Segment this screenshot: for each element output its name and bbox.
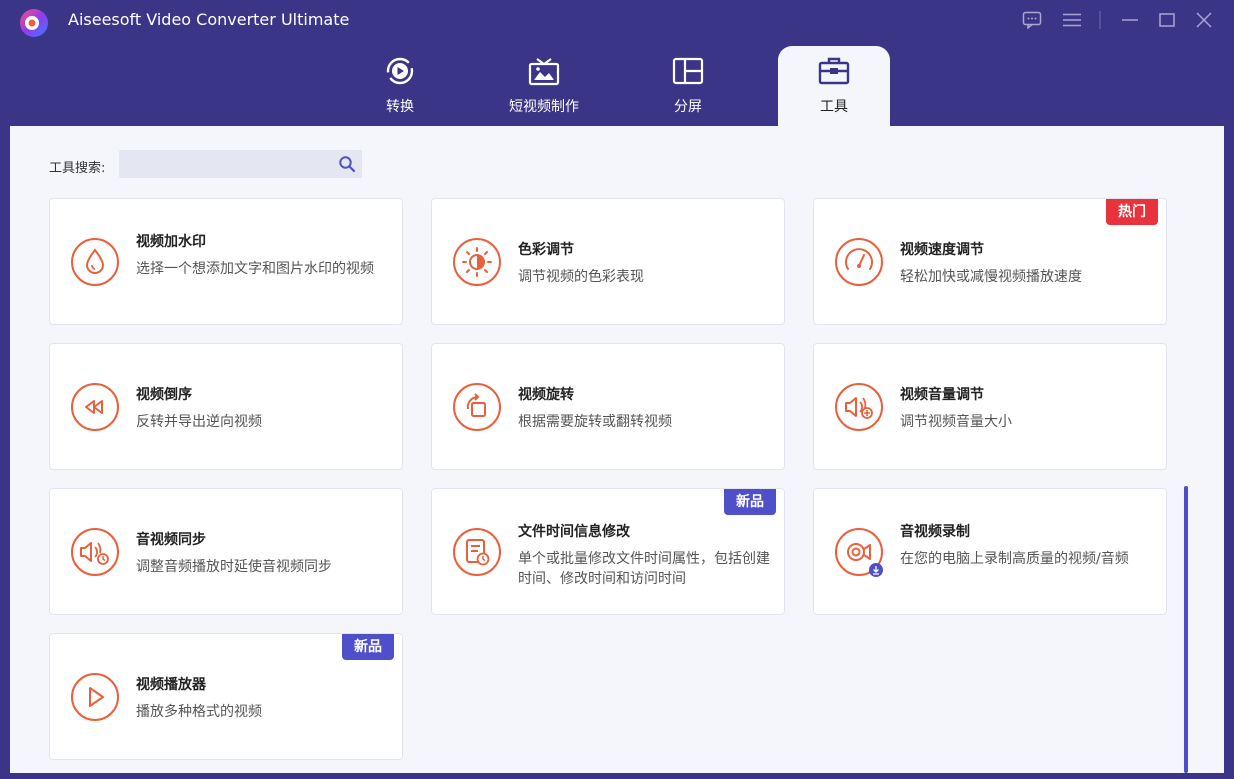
app-title: Aiseesoft Video Converter Ultimate bbox=[68, 10, 350, 29]
tool-card-player[interactable]: 视频播放器 播放多种格式的视频 新品 bbox=[49, 633, 403, 760]
tool-title: 文件时间信息修改 bbox=[518, 524, 630, 540]
tool-card-watermark[interactable]: 视频加水印 选择一个想添加文字和图片水印的视频 bbox=[49, 198, 403, 325]
tab-split-screen[interactable]: 分屏 bbox=[632, 46, 744, 126]
tool-card-av-sync[interactable]: 音视频同步 调整音频播放时延使音视频同步 bbox=[49, 488, 403, 615]
file-time-icon bbox=[453, 528, 501, 576]
new-badge: 新品 bbox=[342, 634, 394, 660]
hot-badge: 热门 bbox=[1106, 199, 1158, 225]
tool-description: 单个或批量修改文件时间属性，包括创建时间、修改时间和访问时间 bbox=[518, 551, 770, 587]
scrollbar[interactable] bbox=[1184, 486, 1188, 773]
tools-panel: 工具搜索: 视频加水印 选择一个想添加文字和图片水印的视频 色彩调节 调节视频的… bbox=[10, 126, 1224, 773]
tool-title: 视频音量调节 bbox=[900, 387, 984, 403]
split-screen-icon bbox=[672, 57, 704, 85]
color-adjust-icon bbox=[453, 238, 501, 286]
new-badge: 新品 bbox=[724, 489, 776, 515]
tv-icon bbox=[528, 58, 560, 86]
tool-card-rotate[interactable]: 视频旋转 根据需要旋转或翻转视频 bbox=[431, 343, 785, 470]
search-box bbox=[119, 150, 362, 178]
tab-label: 分屏 bbox=[674, 99, 702, 115]
tab-short-video[interactable]: 短视频制作 bbox=[488, 46, 600, 126]
tool-description: 调节视频的色彩表现 bbox=[518, 269, 644, 285]
tool-title: 色彩调节 bbox=[518, 242, 574, 258]
tool-card-recorder[interactable]: 音视频录制 在您的电脑上录制高质量的视频/音频 bbox=[813, 488, 1167, 615]
recorder-icon bbox=[835, 528, 883, 577]
menu-button[interactable] bbox=[1060, 8, 1084, 32]
app-window: Aiseesoft Video Converter Ultimate 转换 短视… bbox=[0, 0, 1234, 779]
maximize-icon bbox=[1159, 13, 1175, 27]
tool-title: 视频播放器 bbox=[136, 677, 206, 693]
search-label: 工具搜索: bbox=[49, 161, 106, 176]
rotate-icon bbox=[453, 383, 501, 431]
volume-icon bbox=[835, 383, 883, 431]
tool-title: 音视频同步 bbox=[136, 532, 206, 548]
close-button[interactable] bbox=[1192, 8, 1216, 32]
tool-card-reverse[interactable]: 视频倒序 反转并导出逆向视频 bbox=[49, 343, 403, 470]
app-logo-icon bbox=[20, 9, 48, 37]
feedback-button[interactable] bbox=[1020, 8, 1044, 32]
audio-sync-icon bbox=[71, 528, 119, 576]
minimize-button[interactable] bbox=[1118, 8, 1142, 32]
convert-icon bbox=[386, 57, 414, 85]
tool-description: 反转并导出逆向视频 bbox=[136, 414, 262, 430]
tab-label: 转换 bbox=[386, 99, 414, 115]
tool-card-color-adjust[interactable]: 色彩调节 调节视频的色彩表现 bbox=[431, 198, 785, 325]
tool-description: 播放多种格式的视频 bbox=[136, 704, 262, 720]
tool-description: 轻松加快或减慢视频播放速度 bbox=[900, 269, 1082, 285]
tool-description: 选择一个想添加文字和图片水印的视频 bbox=[136, 261, 374, 277]
tab-convert[interactable]: 转换 bbox=[344, 46, 456, 126]
title-separator bbox=[1096, 8, 1104, 32]
tool-description: 调整音频播放时延使音视频同步 bbox=[136, 559, 332, 575]
maximize-button[interactable] bbox=[1155, 8, 1179, 32]
tab-label: 短视频制作 bbox=[509, 99, 579, 115]
tool-card-speed[interactable]: 视频速度调节 轻松加快或减慢视频播放速度 热门 bbox=[813, 198, 1167, 325]
tool-title: 视频速度调节 bbox=[900, 242, 984, 258]
close-icon bbox=[1196, 12, 1212, 28]
tab-tools[interactable]: 工具 bbox=[778, 46, 890, 126]
tool-card-file-time[interactable]: 文件时间信息修改 单个或批量修改文件时间属性，包括创建时间、修改时间和访问时间 … bbox=[431, 488, 785, 615]
tool-description: 根据需要旋转或翻转视频 bbox=[518, 414, 672, 430]
toolbox-icon bbox=[818, 57, 850, 85]
speed-gauge-icon bbox=[835, 238, 883, 286]
rewind-icon bbox=[71, 383, 119, 431]
tool-title: 音视频录制 bbox=[900, 524, 970, 540]
search-input[interactable] bbox=[119, 150, 329, 178]
tool-title: 视频加水印 bbox=[136, 234, 206, 250]
play-icon bbox=[71, 673, 119, 721]
watermark-icon bbox=[71, 238, 119, 286]
chat-icon bbox=[1022, 11, 1042, 29]
tool-description: 调节视频音量大小 bbox=[900, 414, 1012, 430]
hamburger-menu-icon bbox=[1063, 13, 1081, 27]
minimize-icon bbox=[1122, 19, 1138, 21]
tool-card-volume[interactable]: 视频音量调节 调节视频音量大小 bbox=[813, 343, 1167, 470]
tool-description: 在您的电脑上录制高质量的视频/音频 bbox=[900, 551, 1129, 567]
title-bar: Aiseesoft Video Converter Ultimate bbox=[0, 0, 1234, 42]
tool-title: 视频旋转 bbox=[518, 387, 574, 403]
tab-label: 工具 bbox=[820, 99, 848, 115]
search-icon[interactable] bbox=[338, 155, 356, 173]
tool-title: 视频倒序 bbox=[136, 387, 192, 403]
